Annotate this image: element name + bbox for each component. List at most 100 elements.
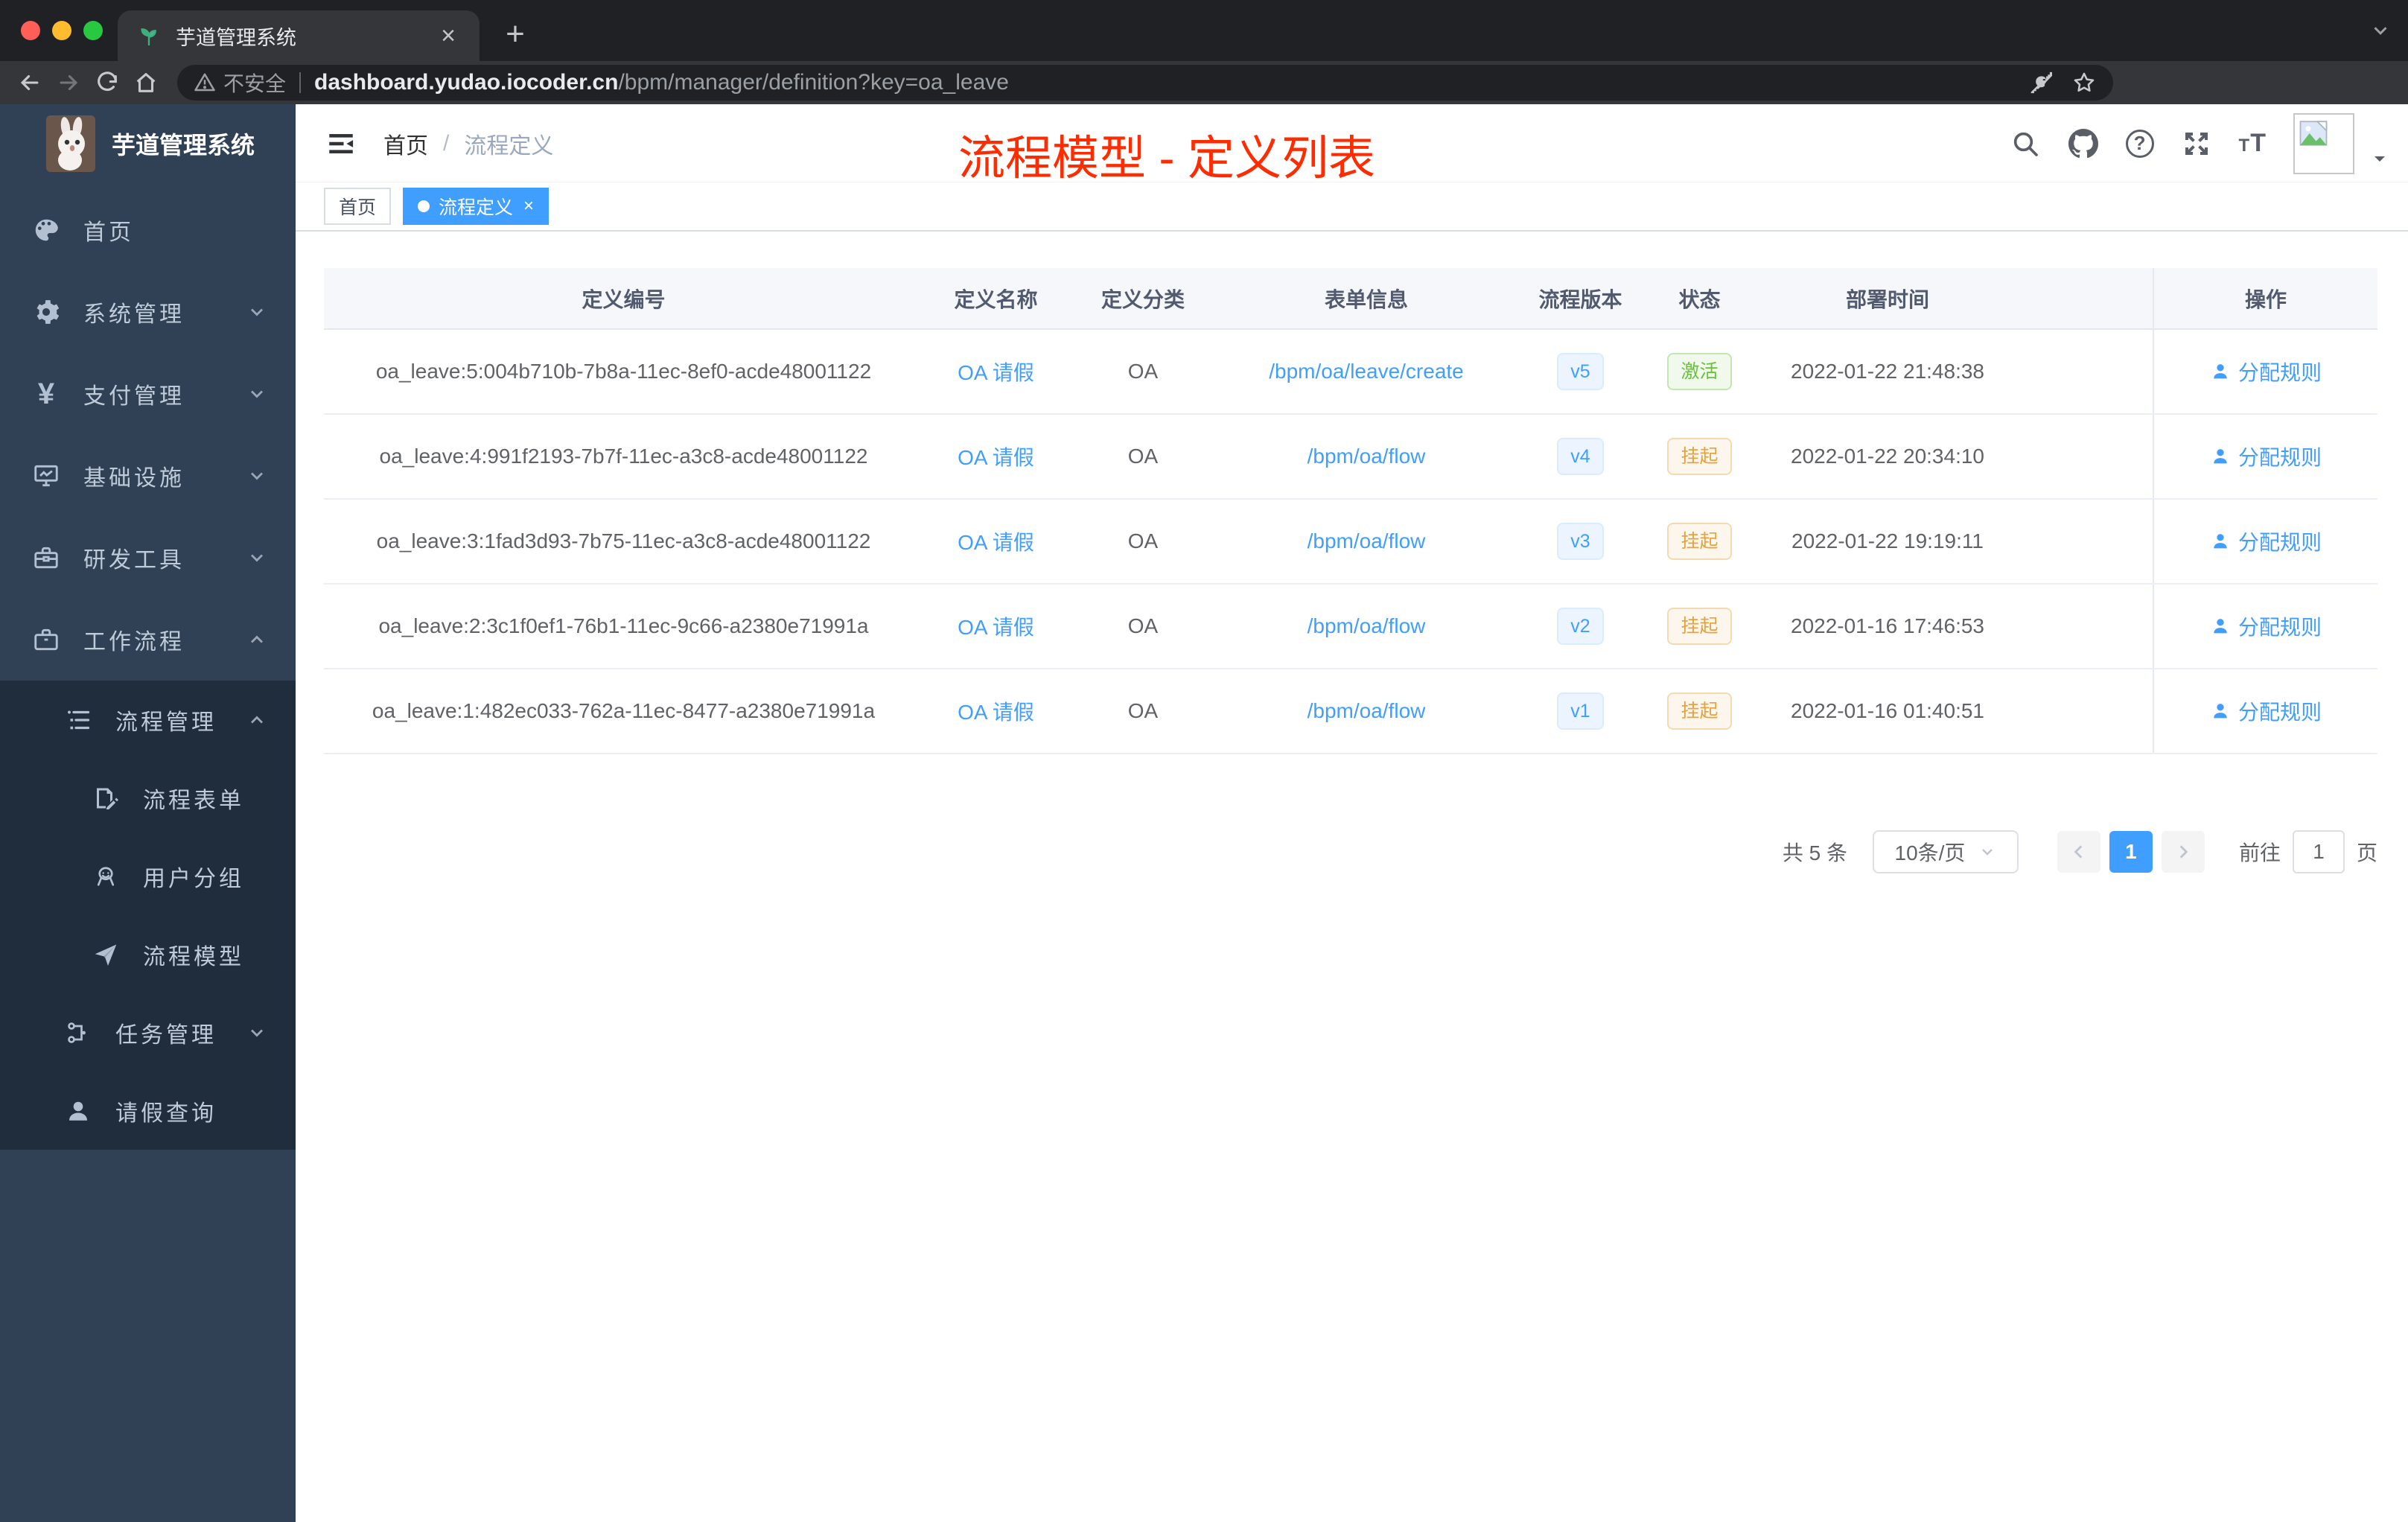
status-badge: 挂起	[1667, 438, 1732, 475]
sidebar-collapse-icon[interactable]	[325, 128, 357, 159]
version-badge: v2	[1557, 608, 1604, 645]
reload-button[interactable]	[88, 63, 127, 102]
cell-definition-id: oa_leave:4:991f2193-7b7f-11ec-a3c8-acde4…	[324, 414, 923, 500]
window-controls[interactable]	[21, 21, 103, 40]
table-row: oa_leave:4:991f2193-7b7f-11ec-a3c8-acde4…	[324, 414, 2377, 500]
definition-name-link[interactable]: OA 请假	[958, 531, 1034, 554]
sidebar-item-label: 流程模型	[143, 944, 244, 969]
workflow-submenu: 流程管理 流程表单 用户分组 流程模型 任务管理 请假查询	[0, 681, 296, 1150]
avatar-caret-icon[interactable]	[2371, 150, 2389, 171]
cell-definition-id: oa_leave:1:482ec033-762a-11ec-8477-a2380…	[324, 669, 923, 754]
chevron-down-icon	[1982, 849, 1993, 856]
form-link[interactable]: /bpm/oa/flow	[1307, 445, 1426, 468]
fullscreen-icon[interactable]	[2181, 128, 2212, 159]
page-unit-label: 页	[2356, 841, 2377, 865]
sidebar-item-home[interactable]: 首页	[0, 189, 296, 271]
form-link[interactable]: /bpm/oa/leave/create	[1269, 360, 1464, 383]
table-row: oa_leave:2:3c1f0ef1-76b1-11ec-9c66-a2380…	[324, 584, 2377, 669]
goto-page-input[interactable]	[2292, 830, 2345, 873]
security-label[interactable]: 不安全	[223, 68, 286, 98]
sidebar-item-process-form[interactable]: 流程表单	[0, 759, 296, 837]
cell-category: OA	[1068, 414, 1217, 500]
sidebar-item-process-management[interactable]: 流程管理	[0, 681, 296, 759]
form-link[interactable]: /bpm/oa/flow	[1307, 614, 1426, 637]
password-key-icon[interactable]	[2027, 70, 2052, 95]
browser-tab[interactable]: 芋道管理系统 ×	[118, 10, 480, 61]
assign-rule-link[interactable]: 分配规则	[2210, 696, 2322, 726]
page-size-select[interactable]: 10条/页	[1872, 830, 2019, 873]
tab-search-chevron-icon[interactable]	[2369, 19, 2392, 45]
minimize-window-button[interactable]	[52, 21, 71, 40]
cell-definition-id: oa_leave:5:004b710b-7b8a-11ec-8ef0-acde4…	[324, 329, 923, 415]
font-size-icon[interactable]: TT	[2239, 129, 2267, 158]
github-icon[interactable]	[2068, 128, 2099, 159]
search-icon[interactable]	[2010, 128, 2041, 159]
security-warning-icon	[194, 71, 216, 94]
version-badge: v5	[1557, 353, 1604, 390]
sidebar-item-dev-tools[interactable]: 研发工具	[0, 517, 296, 599]
screen: 芋道管理系统 × + 不安全 dashboard.yudao.iocoder.c…	[0, 0, 2408, 1522]
prev-page-button[interactable]	[2057, 831, 2100, 873]
form-link[interactable]: /bpm/oa/flow	[1307, 529, 1426, 553]
url-bar[interactable]: 不安全 dashboard.yudao.iocoder.cn/bpm/manag…	[177, 65, 2113, 101]
chevron-up-icon	[246, 629, 267, 650]
url-path[interactable]: /bpm/manager/definition?key=oa_leave	[618, 70, 1009, 95]
main-area: 首页 / 流程定义 ? TT 流程模型 - 定义列表 首页 流程定义 × 定义编…	[296, 104, 2408, 1522]
sidebar-item-infrastructure[interactable]: 基础设施	[0, 435, 296, 517]
column-header-name: 定义名称	[923, 268, 1068, 330]
status-badge: 挂起	[1667, 608, 1732, 645]
sidebar-item-user-group[interactable]: 用户分组	[0, 837, 296, 915]
definition-name-link[interactable]: OA 请假	[958, 616, 1034, 639]
cell-category: OA	[1068, 499, 1217, 585]
bookmark-star-icon[interactable]	[2071, 70, 2097, 95]
definition-name-link[interactable]: OA 请假	[958, 446, 1034, 469]
chevron-up-icon	[246, 710, 267, 730]
tab-close-icon[interactable]: ×	[436, 23, 460, 48]
assign-rule-link[interactable]: 分配规则	[2210, 357, 2322, 386]
yen-icon: ¥	[37, 378, 55, 410]
monitor-icon	[31, 461, 61, 491]
sidebar: 芋道管理系统 首页 系统管理 ¥ 支付管理 基础设施 研发工具 工作流程 流程管…	[0, 104, 296, 1522]
new-tab-button[interactable]: +	[497, 18, 533, 51]
tag-process-definition[interactable]: 流程定义 ×	[403, 188, 550, 225]
sidebar-item-label: 请假查询	[115, 1101, 217, 1126]
breadcrumb-home[interactable]: 首页	[383, 127, 428, 160]
tag-home[interactable]: 首页	[324, 188, 392, 225]
help-icon[interactable]: ?	[2125, 129, 2154, 158]
chevron-left-icon	[2074, 845, 2083, 859]
user-icon	[2214, 703, 2227, 718]
browser-tab-strip: 芋道管理系统 × +	[0, 0, 2408, 61]
current-page-button[interactable]: 1	[2109, 831, 2153, 873]
cell-deploy-time: 2022-01-16 01:40:51	[1754, 669, 2022, 754]
assign-rule-link[interactable]: 分配规则	[2210, 611, 2322, 641]
sidebar-item-workflow[interactable]: 工作流程	[0, 599, 296, 681]
next-page-button[interactable]	[2161, 831, 2205, 873]
back-button[interactable]	[10, 63, 49, 102]
maximize-window-button[interactable]	[83, 21, 103, 40]
sidebar-item-task-management[interactable]: 任务管理	[0, 993, 296, 1072]
sidebar-item-process-model[interactable]: 流程模型	[0, 915, 296, 993]
sidebar-logo-row[interactable]: 芋道管理系统	[0, 104, 296, 183]
cell-category: OA	[1068, 329, 1217, 415]
forward-button[interactable]	[49, 63, 88, 102]
column-header-category: 定义分类	[1068, 268, 1217, 330]
close-window-button[interactable]	[21, 21, 40, 40]
sidebar-item-system[interactable]: 系统管理	[0, 271, 296, 353]
assign-rule-link[interactable]: 分配规则	[2210, 442, 2322, 471]
assign-rule-link[interactable]: 分配规则	[2210, 526, 2322, 556]
dashboard-icon	[31, 215, 61, 245]
sidebar-item-label: 支付管理	[83, 384, 185, 409]
cell-deploy-time: 2022-01-22 19:19:11	[1754, 499, 2022, 585]
sidebar-item-payment[interactable]: ¥ 支付管理	[0, 353, 296, 435]
definition-name-link[interactable]: OA 请假	[958, 361, 1034, 384]
tag-label: 首页	[339, 197, 377, 218]
home-button[interactable]	[127, 63, 165, 102]
sidebar-item-leave-query[interactable]: 请假查询	[0, 1072, 296, 1150]
avatar[interactable]	[2293, 112, 2354, 174]
tag-close-icon[interactable]: ×	[523, 196, 534, 217]
form-link[interactable]: /bpm/oa/flow	[1307, 699, 1426, 722]
column-header-version: 流程版本	[1515, 268, 1646, 330]
chevron-down-icon	[246, 547, 267, 568]
definition-name-link[interactable]: OA 请假	[958, 701, 1034, 724]
url-domain[interactable]: dashboard.yudao.iocoder.cn	[314, 70, 618, 95]
